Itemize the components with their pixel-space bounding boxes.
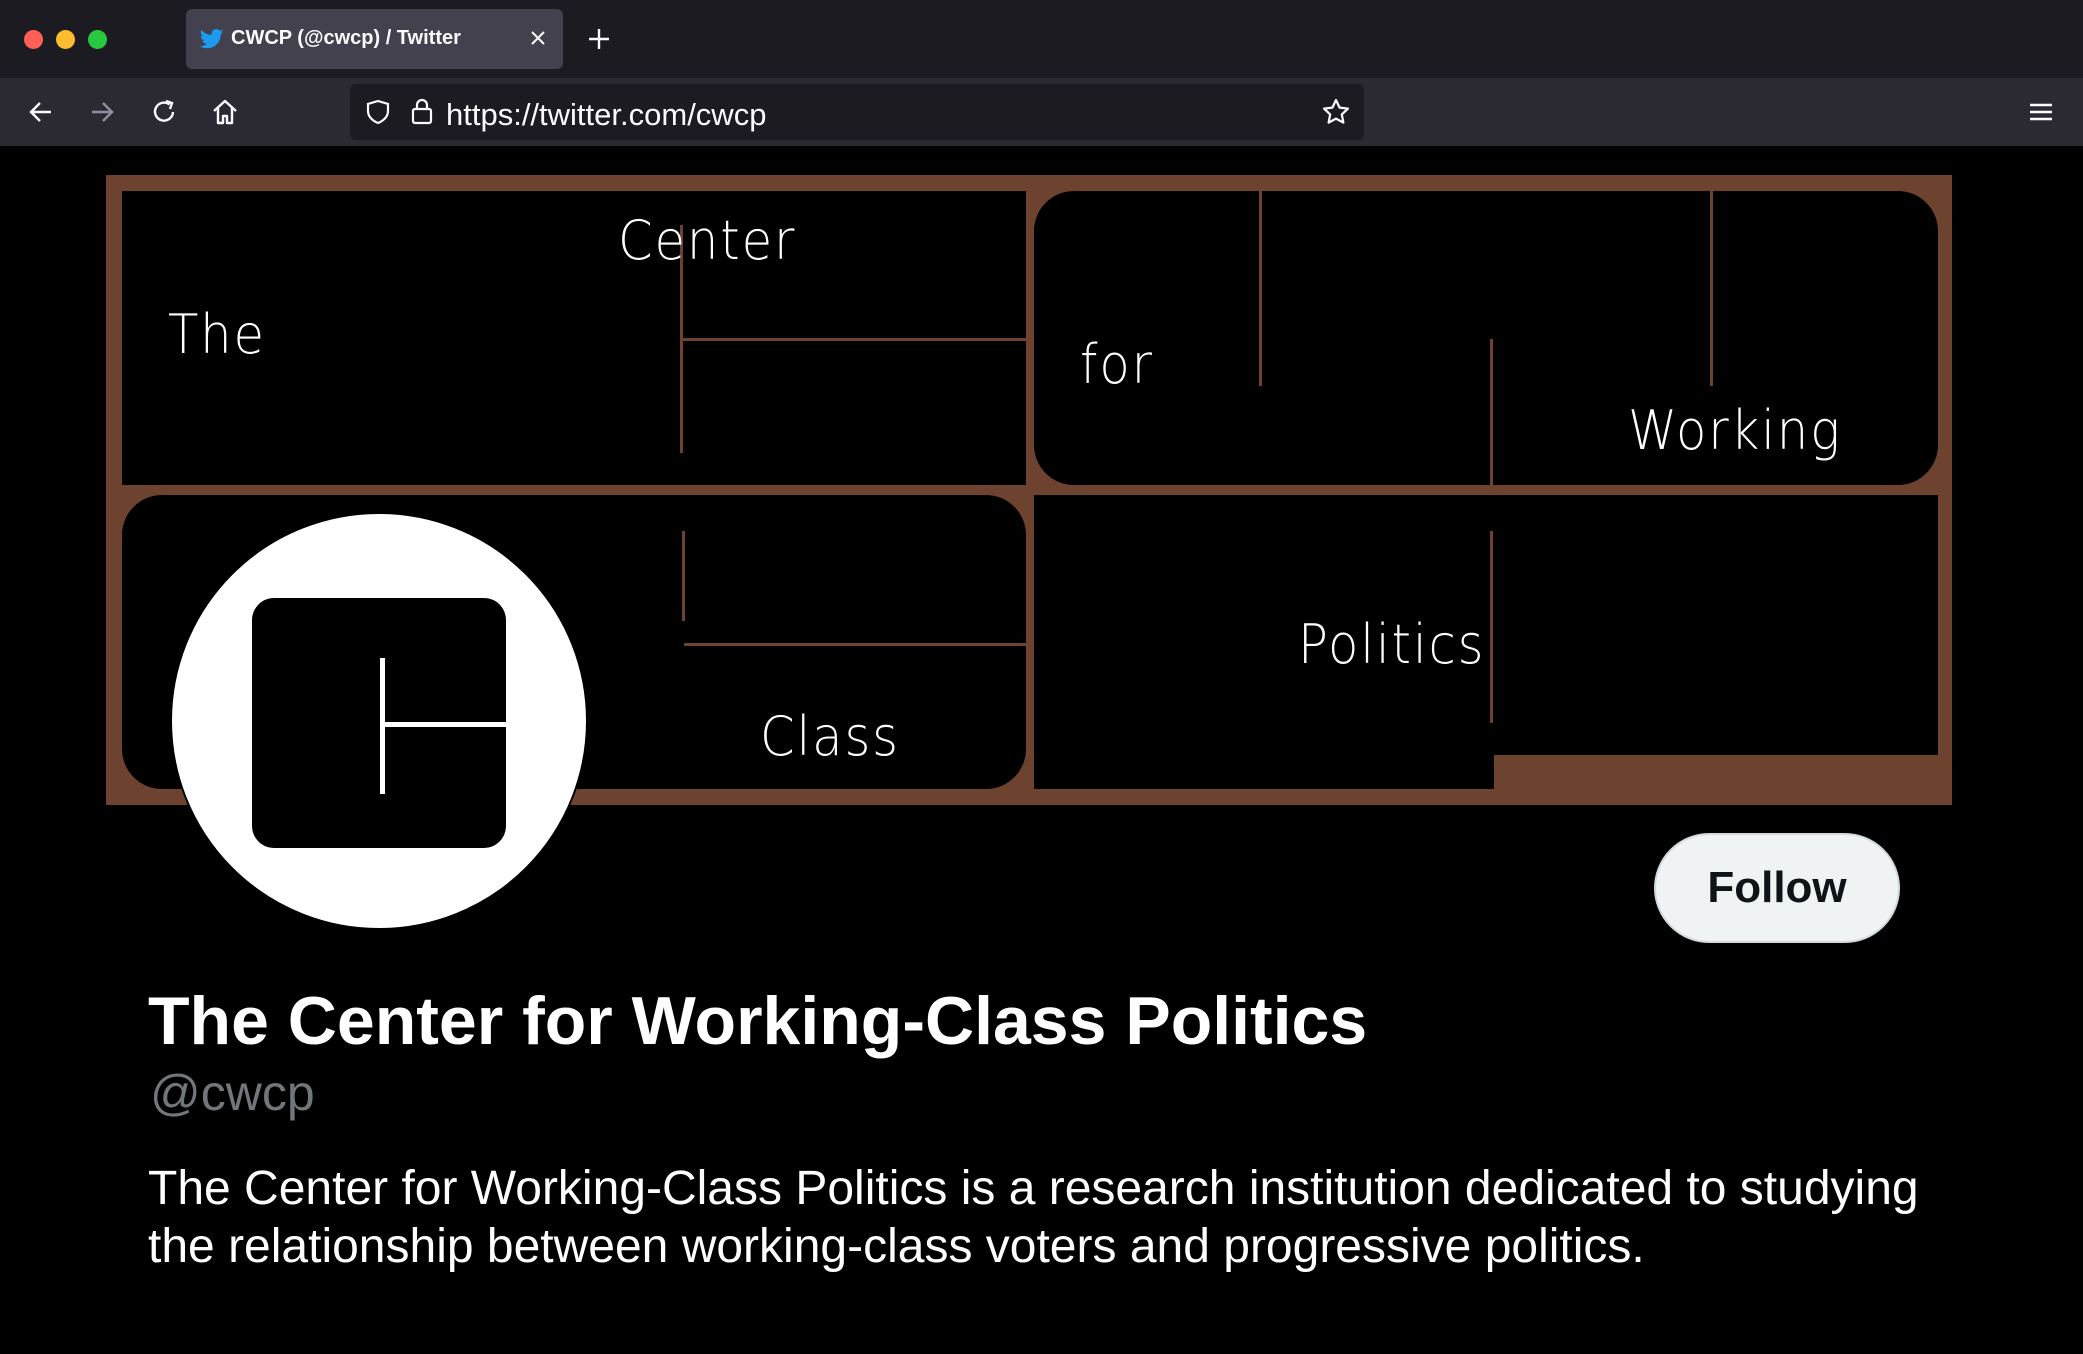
banner-divider xyxy=(1259,191,1262,386)
banner-word-politics: Politics xyxy=(1298,613,1486,676)
banner-panel-bottom-right: Politics xyxy=(1034,495,1938,789)
browser-tab-active[interactable]: CWCP (@cwcp) / Twitter xyxy=(186,9,563,69)
banner-word-center: Center xyxy=(618,209,797,272)
banner-word-for: for xyxy=(1080,333,1154,396)
follow-button[interactable]: Follow xyxy=(1654,833,1900,943)
cwcp-logo-icon xyxy=(252,598,506,848)
profile-bio: The Center for Working-Class Politics is… xyxy=(148,1162,1919,1273)
twitter-bird-icon xyxy=(200,29,224,49)
zoom-window-button[interactable] xyxy=(88,30,107,49)
banner-panel-top-left: The Center xyxy=(122,191,1026,485)
url-text[interactable]: https://twitter.com/cwcp xyxy=(446,97,766,133)
banner-word-the: The xyxy=(168,303,266,366)
tab-title: CWCP (@cwcp) / Twitter xyxy=(231,27,461,49)
forward-arrow-icon[interactable] xyxy=(87,97,117,127)
close-icon[interactable] xyxy=(527,27,549,49)
banner-notch xyxy=(1494,755,1938,789)
banner-divider xyxy=(684,643,1026,646)
profile-display-name: The Center for Working-Class Politics xyxy=(148,983,1368,1059)
banner-divider xyxy=(1490,339,1493,485)
star-icon[interactable] xyxy=(1320,96,1352,128)
profile-handle: @cwcp xyxy=(150,1065,315,1121)
close-window-button[interactable] xyxy=(24,30,43,49)
lock-icon[interactable] xyxy=(410,97,434,125)
shield-icon[interactable] xyxy=(364,98,392,126)
plus-icon[interactable] xyxy=(586,26,612,52)
avatar[interactable] xyxy=(170,512,588,930)
banner-word-class: Class xyxy=(760,705,900,768)
home-icon[interactable] xyxy=(210,97,240,127)
browser-titlebar: CWCP (@cwcp) / Twitter xyxy=(0,0,2083,78)
browser-window: CWCP (@cwcp) / Twitter https://twitter.c… xyxy=(0,0,2083,1354)
minimize-window-button[interactable] xyxy=(56,30,75,49)
banner-divider xyxy=(1710,191,1713,386)
back-arrow-icon[interactable] xyxy=(26,97,56,127)
banner-word-working: Working xyxy=(1628,399,1842,462)
browser-toolbar: https://twitter.com/cwcp xyxy=(0,78,2083,146)
banner-divider xyxy=(682,531,685,621)
logo-stroke xyxy=(380,722,506,727)
banner-panel-top-right: for Working xyxy=(1034,191,1938,485)
banner-divider xyxy=(682,338,1026,341)
reload-icon[interactable] xyxy=(149,97,179,127)
banner-divider xyxy=(1490,531,1493,723)
address-bar[interactable]: https://twitter.com/cwcp xyxy=(350,84,1364,140)
hamburger-menu-icon[interactable] xyxy=(2026,98,2056,126)
